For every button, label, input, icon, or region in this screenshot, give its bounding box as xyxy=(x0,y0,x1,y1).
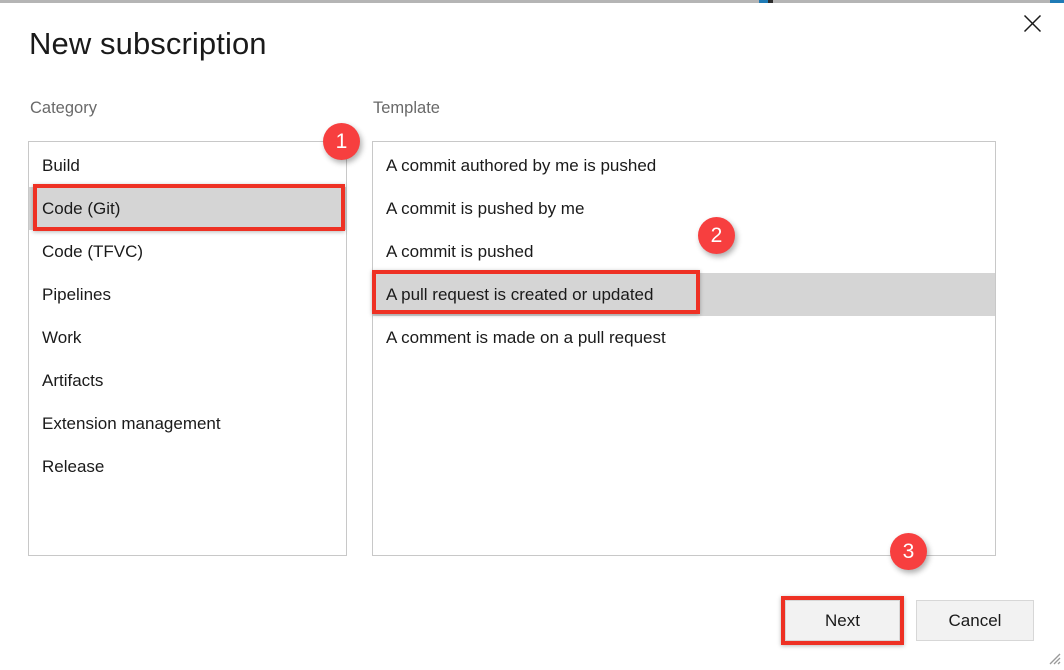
resize-grip-icon[interactable] xyxy=(1047,651,1061,665)
template-item-label: A pull request is created or updated xyxy=(386,284,654,304)
template-item-label: A comment is made on a pull request xyxy=(386,327,666,347)
template-item-label: A commit authored by me is pushed xyxy=(386,155,657,175)
list-item[interactable]: Artifacts xyxy=(29,359,346,402)
template-label: Template xyxy=(373,99,440,117)
close-icon[interactable] xyxy=(1014,6,1050,40)
template-item-label: A commit is pushed by me xyxy=(386,198,585,218)
list-item[interactable]: Extension management xyxy=(29,402,346,445)
window-accent-stripe xyxy=(759,0,768,3)
category-list[interactable]: Build Code (Git) Code (TFVC) Pipelines W… xyxy=(28,141,347,556)
list-item[interactable]: Work xyxy=(29,316,346,359)
category-item-label: Artifacts xyxy=(42,370,104,390)
list-item[interactable]: A comment is made on a pull request xyxy=(373,316,995,359)
window-accent-stripe-dark xyxy=(768,0,773,3)
list-item[interactable]: Code (TFVC) xyxy=(29,230,346,273)
category-label: Category xyxy=(30,99,97,117)
page-title: New subscription xyxy=(29,26,267,61)
category-item-label: Build xyxy=(42,155,80,175)
list-item[interactable]: Release xyxy=(29,445,346,488)
cancel-button[interactable]: Cancel xyxy=(916,600,1034,641)
next-button[interactable]: Next xyxy=(785,600,900,641)
category-item-label: Code (TFVC) xyxy=(42,241,144,261)
list-item[interactable]: A commit authored by me is pushed xyxy=(373,144,995,187)
window-accent-stripe-right xyxy=(1050,0,1064,3)
category-item-label: Pipelines xyxy=(42,284,111,304)
category-item-label: Code (Git) xyxy=(42,198,121,218)
category-item-code-git[interactable]: Code (Git) xyxy=(29,187,346,230)
list-item[interactable]: A commit is pushed xyxy=(373,230,995,273)
list-item[interactable]: Build xyxy=(29,144,346,187)
category-item-label: Release xyxy=(42,456,105,476)
template-item-pull-request[interactable]: A pull request is created or updated xyxy=(373,273,995,316)
list-item[interactable]: A commit is pushed by me xyxy=(373,187,995,230)
template-item-label: A commit is pushed xyxy=(386,241,534,261)
list-item[interactable]: Pipelines xyxy=(29,273,346,316)
category-item-label: Work xyxy=(42,327,82,347)
category-item-label: Extension management xyxy=(42,413,221,433)
template-list[interactable]: A commit authored by me is pushed A comm… xyxy=(372,141,996,556)
window-top-border xyxy=(0,0,1064,3)
